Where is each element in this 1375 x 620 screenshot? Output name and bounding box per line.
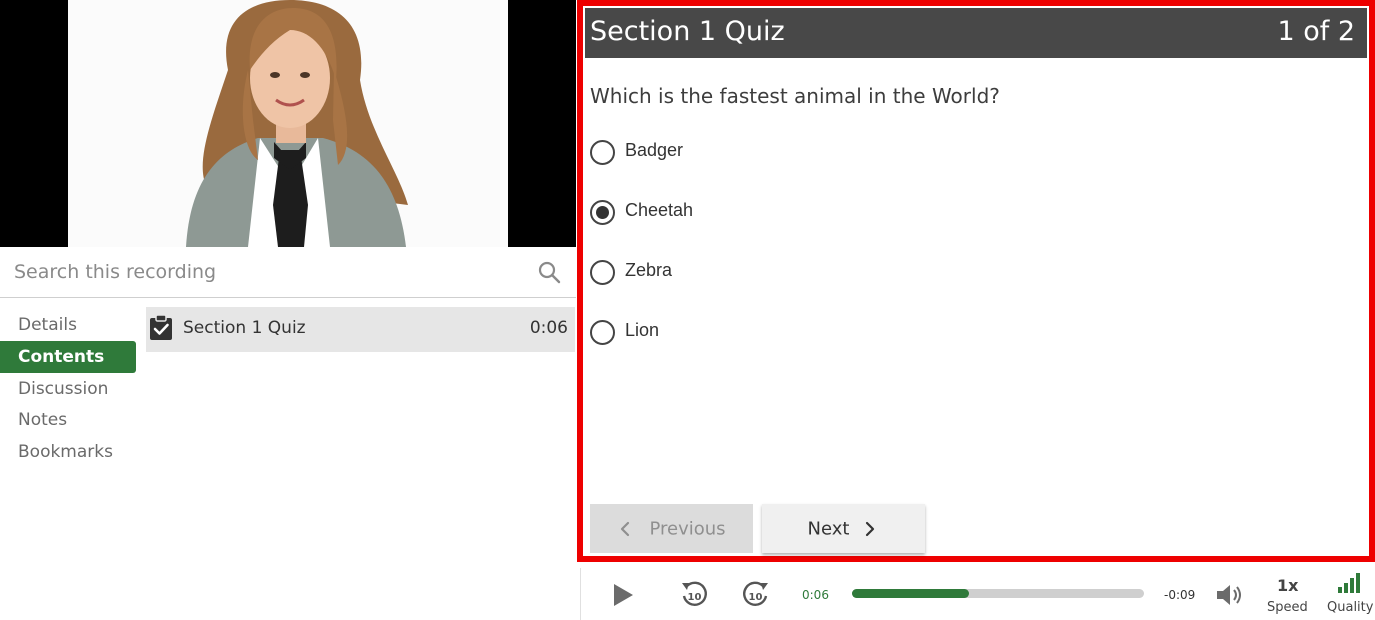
presenter-image [186,0,408,247]
quiz-title: Section 1 Quiz [590,16,785,47]
search-bar [0,247,576,298]
answer-label: Lion [625,320,660,340]
video-player[interactable] [0,0,576,247]
chevron-right-icon [866,521,875,536]
answer-option-cheetah[interactable]: Cheetah [590,197,890,227]
play-icon[interactable] [611,583,635,607]
previous-label: Previous [649,518,726,540]
quiz-header: Section 1 Quiz 1 of 2 [585,8,1367,58]
quiz-clipboard-icon [150,315,172,340]
nav-item-bookmarks[interactable]: Bookmarks [0,436,136,468]
signal-bars-icon [1338,573,1360,593]
answer-label: Cheetah [625,200,694,220]
progress-bar[interactable] [852,589,1144,598]
next-label: Next [807,518,850,540]
answer-option-lion[interactable]: Lion [590,317,890,347]
answer-label: Badger [625,140,684,160]
search-icon[interactable] [537,260,561,284]
nav-item-details[interactable]: Details [0,309,136,341]
answer-label: Zebra [625,260,673,280]
remaining-time: -0:09 [1164,588,1196,602]
player-controls: 10 10 0:06 -0:09 1x Speed Quality [580,568,1375,620]
nav-item-notes[interactable]: Notes [0,405,136,436]
radio-button[interactable] [590,260,615,285]
answer-option-badger[interactable]: Badger [590,137,890,167]
current-time: 0:06 [802,588,829,602]
forward-seconds: 10 [749,592,763,603]
rewind-10-icon[interactable]: 10 [679,579,709,609]
quiz-progress: 1 of 2 [1277,16,1355,47]
video-frame [68,0,508,247]
volume-icon[interactable] [1215,583,1245,607]
progress-fill [852,589,969,598]
rewind-seconds: 10 [688,592,702,603]
chevron-left-icon [621,521,630,536]
nav-item-contents[interactable]: Contents [0,341,136,373]
previous-button[interactable]: Previous [590,504,753,553]
content-item-time: 0:06 [529,318,568,338]
quality-label: Quality [1327,600,1374,615]
next-button[interactable]: Next [762,504,925,553]
quiz-question: Which is the fastest animal in the World… [590,84,1000,108]
content-list-item[interactable]: Section 1 Quiz 0:06 [146,307,575,352]
answer-option-zebra[interactable]: Zebra [590,257,890,287]
forward-10-icon[interactable]: 10 [741,579,771,609]
speed-control[interactable]: 1x Speed [1261,568,1311,620]
content-item-title: Section 1 Quiz [183,318,306,338]
radio-button[interactable] [590,140,615,165]
nav-item-discussion[interactable]: Discussion [0,373,136,405]
sidebar-nav: Details Contents Discussion Notes Bookma… [0,309,136,468]
quality-control[interactable]: Quality [1321,568,1375,620]
speed-value: 1x [1277,576,1299,595]
radio-button[interactable] [590,320,615,345]
quiz-panel: Section 1 Quiz 1 of 2 Which is the faste… [577,0,1375,562]
speed-label: Speed [1267,600,1308,615]
radio-button-selected[interactable] [590,200,615,225]
search-input[interactable] [14,257,514,287]
